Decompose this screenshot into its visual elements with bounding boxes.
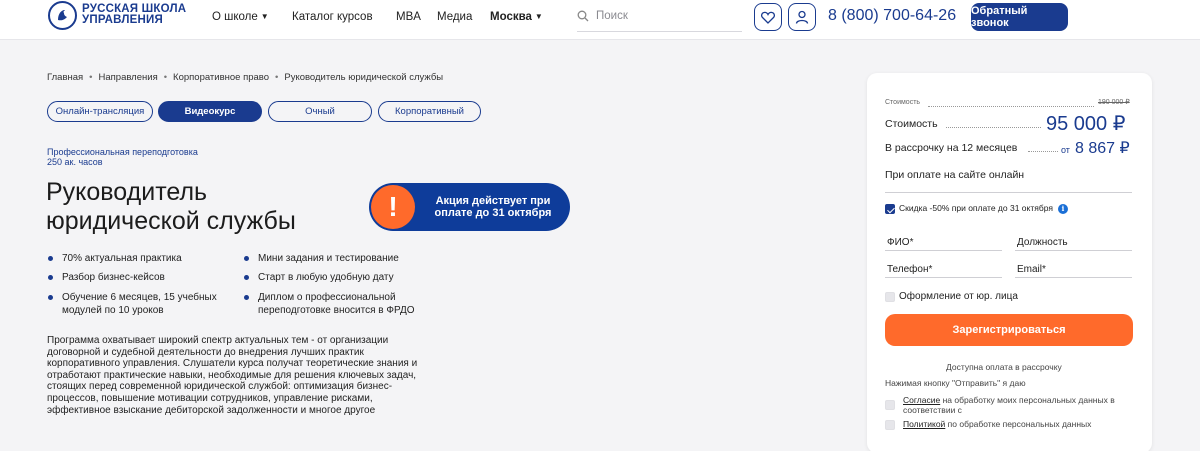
legal-entity-label: Оформление от юр. лица <box>899 291 1018 302</box>
price: 95 000 ₽ <box>1046 113 1126 135</box>
breadcrumb-corporate-law[interactable]: Корпоративное право <box>173 72 269 83</box>
consent-link[interactable]: Согласие <box>903 395 940 405</box>
field-underline <box>1015 277 1132 278</box>
select-underline <box>885 192 1132 193</box>
dotted-leader <box>928 106 1094 107</box>
price-label: Стоимость <box>885 118 938 130</box>
old-price: 190 000 ₽ <box>1098 99 1130 106</box>
favorites-button[interactable] <box>754 3 782 31</box>
profile-button[interactable] <box>788 3 816 31</box>
breadcrumb: Главная • Направления • Корпоративное пр… <box>47 72 443 83</box>
heart-icon <box>761 11 775 24</box>
field-underline <box>885 250 1002 251</box>
bullet-icon <box>244 295 249 300</box>
policy-text-rest: по обработке персональных данных <box>945 419 1092 429</box>
fio-field[interactable]: ФИО* <box>887 237 913 248</box>
feature-item: Обучение 6 месяцев, 15 учебных модулей п… <box>62 292 217 316</box>
promo-text: Акция действует при оплате до 31 октября <box>434 195 552 219</box>
tab-corporate[interactable]: Корпоративный <box>378 101 481 122</box>
consent-text: Согласие на обработку моих персональных … <box>903 395 1128 415</box>
dotted-leader <box>1028 151 1058 152</box>
consent-text-a: на обработку моих персональных данных в <box>940 395 1115 405</box>
logo-text: РУССКАЯ ШКОЛА УПРАВЛЕНИЯ <box>82 2 187 26</box>
bullet-icon <box>244 275 249 280</box>
search-underline <box>577 31 742 32</box>
logo-line-2: УПРАВЛЕНИЯ <box>82 13 163 26</box>
position-field[interactable]: Должность <box>1017 237 1068 248</box>
program-description: Программа охватывает широкий спектр акту… <box>47 335 418 416</box>
tab-online[interactable]: Онлайн-трансляция <box>47 101 153 122</box>
feature-item: Диплом о профессиональной переподготовке… <box>258 292 415 316</box>
program-hours: 250 ак. часов <box>47 157 103 167</box>
online-pay-select[interactable]: При оплате на сайте онлайн <box>885 169 1024 181</box>
installment-note: Доступна оплата в рассрочку <box>946 362 1062 372</box>
field-underline <box>885 277 1002 278</box>
site-header: РУССКАЯ ШКОЛА УПРАВЛЕНИЯ О школе ▼ Катало… <box>0 0 1200 40</box>
info-icon[interactable]: i <box>1058 204 1068 214</box>
dotted-leader <box>946 127 1041 128</box>
bullet-icon <box>48 275 53 280</box>
nav-about[interactable]: О школе ▼ <box>212 11 269 23</box>
chevron-down-icon: ▼ <box>534 12 543 21</box>
feature-item: Старт в любую удобную дату <box>258 272 394 283</box>
register-button[interactable]: Зарегистрироваться <box>885 314 1133 346</box>
feature-item: 70% актуальная практика <box>62 253 182 264</box>
nav-media[interactable]: Медиа <box>437 11 472 23</box>
phone-number[interactable]: 8 (800) 700-64-26 <box>828 7 956 25</box>
discount-label: Скидка -50% при оплате до 31 октября <box>899 203 1053 213</box>
bullet-icon <box>244 256 249 261</box>
user-icon <box>795 10 809 24</box>
logo-emblem-icon <box>48 1 77 30</box>
consent-text-b: соответствии с <box>903 405 962 415</box>
breadcrumb-separator: • <box>89 72 93 83</box>
consent-checkbox[interactable] <box>885 400 895 410</box>
bullet-icon <box>48 256 53 261</box>
field-underline <box>1015 250 1132 251</box>
nav-city[interactable]: Москва ▼ <box>490 11 543 23</box>
tab-video[interactable]: Видеокурс <box>158 101 262 122</box>
policy-text: Политикой по обработке персональных данн… <box>903 419 1091 429</box>
policy-checkbox[interactable] <box>885 420 895 430</box>
old-price-label: Стоимость <box>885 99 921 106</box>
phone-field[interactable]: Телефон* <box>887 264 932 275</box>
feature-item: Разбор бизнес-кейсов <box>62 272 165 283</box>
nav-about-label: О школе <box>212 11 258 23</box>
bullet-icon <box>48 295 53 300</box>
discount-checkbox[interactable] <box>885 204 895 214</box>
breadcrumb-separator: • <box>275 72 279 83</box>
installment-prefix: от <box>1061 145 1070 155</box>
policy-link[interactable]: Политикой <box>903 419 945 429</box>
search-placeholder: Поиск <box>596 10 628 22</box>
nav-city-label: Москва <box>490 11 532 23</box>
breadcrumb-directions[interactable]: Направления <box>99 72 158 83</box>
promo-banner: ! Акция действует при оплате до 31 октяб… <box>369 183 570 231</box>
installment-price: 8 867 ₽ <box>1075 140 1130 157</box>
tab-offline[interactable]: Очный <box>268 101 372 122</box>
chevron-down-icon: ▼ <box>260 12 269 21</box>
callback-button[interactable]: Обратный звонок <box>971 3 1068 31</box>
exclamation-icon: ! <box>371 185 415 229</box>
send-note: Нажимая кнопку "Отправить" я даю <box>885 378 1026 388</box>
installment-label: В рассрочку на 12 месяцев <box>885 142 1018 154</box>
email-field[interactable]: Email* <box>1017 264 1046 275</box>
breadcrumb-home[interactable]: Главная <box>47 72 83 83</box>
breadcrumb-current: Руководитель юридической службы <box>284 72 444 83</box>
nav-catalog[interactable]: Каталог курсов <box>292 11 373 23</box>
page-title: Руководитель юридической службы <box>46 178 296 235</box>
breadcrumb-separator: • <box>163 72 168 83</box>
logo-line-1: РУССКАЯ ШКОЛА <box>82 2 187 15</box>
feature-item: Мини задания и тестирование <box>258 253 399 264</box>
legal-entity-checkbox[interactable] <box>885 292 895 302</box>
search-icon <box>577 10 589 22</box>
search-input[interactable]: Поиск <box>577 9 742 32</box>
nav-mba[interactable]: MBA <box>396 11 421 23</box>
logo[interactable]: РУССКАЯ ШКОЛА УПРАВЛЕНИЯ <box>48 1 187 30</box>
